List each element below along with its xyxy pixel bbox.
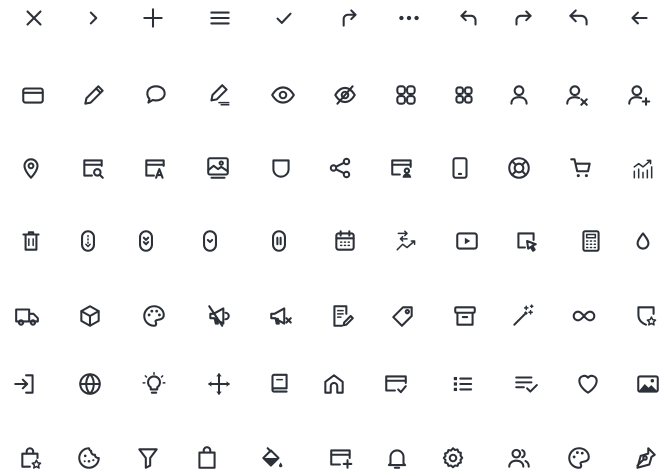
scroll-pause-icon[interactable] (266, 228, 292, 254)
megaphone-off-icon[interactable] (206, 303, 232, 329)
id-card-user-icon[interactable] (389, 155, 415, 181)
scroll-chevrons-icon[interactable] (133, 228, 159, 254)
check-icon[interactable] (271, 5, 297, 31)
megaphone-x-icon[interactable] (268, 303, 294, 329)
home-icon[interactable] (321, 371, 347, 397)
shopping-bag-icon[interactable] (194, 445, 220, 471)
magic-wand-icon[interactable] (510, 303, 536, 329)
reply-icon[interactable] (566, 5, 592, 31)
close-icon[interactable] (21, 5, 47, 31)
more-horizontal-icon[interactable] (396, 5, 422, 31)
book-icon[interactable] (266, 371, 292, 397)
move-icon[interactable] (206, 371, 232, 397)
drop-icon[interactable] (630, 228, 656, 254)
box-icon[interactable] (77, 303, 103, 329)
paint-bucket-icon[interactable] (259, 445, 285, 471)
settings-icon[interactable] (440, 445, 466, 471)
globe-icon[interactable] (77, 371, 103, 397)
user-add-icon[interactable] (626, 82, 652, 108)
comment-icon[interactable] (143, 82, 169, 108)
document-edit-icon[interactable] (329, 303, 355, 329)
grid-2x2-icon[interactable] (393, 82, 419, 108)
calendar-icon[interactable] (332, 228, 358, 254)
cursor-click-icon[interactable] (513, 228, 539, 254)
bag-star-icon[interactable] (18, 445, 44, 471)
list-check-icon[interactable] (513, 371, 539, 397)
user-remove-icon[interactable] (564, 82, 590, 108)
credit-card-icon[interactable] (20, 82, 46, 108)
tag-icon[interactable] (390, 303, 416, 329)
monitor-image-icon[interactable] (205, 155, 231, 181)
shield-icon[interactable] (268, 155, 294, 181)
plus-icon[interactable] (140, 5, 166, 31)
calculator-icon[interactable] (578, 228, 604, 254)
scroll-chevron-icon[interactable] (197, 228, 223, 254)
users-icon[interactable] (506, 445, 532, 471)
scroll-down-icon[interactable] (75, 228, 101, 254)
heart-icon[interactable] (575, 371, 601, 397)
eye-off-icon[interactable] (332, 82, 358, 108)
filter-icon[interactable] (135, 445, 161, 471)
browser-text-icon[interactable] (142, 155, 168, 181)
menu-icon[interactable] (207, 5, 233, 31)
trash-icon[interactable] (18, 228, 44, 254)
list-icon[interactable] (450, 371, 476, 397)
user-icon[interactable] (506, 82, 532, 108)
cookie-icon[interactable] (76, 445, 102, 471)
id-check-icon[interactable] (383, 371, 409, 397)
pen-tool-icon[interactable] (632, 445, 658, 471)
lightbulb-icon[interactable] (141, 371, 167, 397)
shield-star-icon[interactable] (633, 303, 659, 329)
browser-search-icon[interactable] (80, 155, 106, 181)
grid-2x2-small-icon[interactable] (451, 82, 477, 108)
eye-icon[interactable] (270, 82, 296, 108)
login-icon[interactable] (12, 371, 38, 397)
pencil-icon[interactable] (81, 82, 107, 108)
video-play-icon[interactable] (454, 228, 480, 254)
palette-alt-icon[interactable] (566, 445, 592, 471)
lifebuoy-icon[interactable] (506, 155, 532, 181)
archive-icon[interactable] (452, 303, 478, 329)
bell-icon[interactable] (384, 445, 410, 471)
browser-add-icon[interactable] (328, 445, 354, 471)
share-icon[interactable] (327, 155, 353, 181)
transfer-trend-icon[interactable] (394, 228, 420, 254)
redo-icon[interactable] (510, 5, 536, 31)
bar-chart-trend-icon[interactable] (630, 155, 656, 181)
corner-up-right-icon[interactable] (335, 5, 361, 31)
chevron-right-icon[interactable] (80, 5, 106, 31)
palette-icon[interactable] (141, 303, 167, 329)
arrow-left-icon[interactable] (626, 5, 652, 31)
truck-icon[interactable] (14, 303, 40, 329)
infinity-icon[interactable] (571, 303, 597, 329)
image-icon[interactable] (635, 371, 661, 397)
signature-icon[interactable] (206, 82, 232, 108)
shopping-cart-icon[interactable] (568, 155, 594, 181)
map-pin-icon[interactable] (18, 155, 44, 181)
icon-grid (0, 0, 670, 473)
undo-icon[interactable] (456, 5, 482, 31)
smartphone-icon[interactable] (447, 155, 473, 181)
